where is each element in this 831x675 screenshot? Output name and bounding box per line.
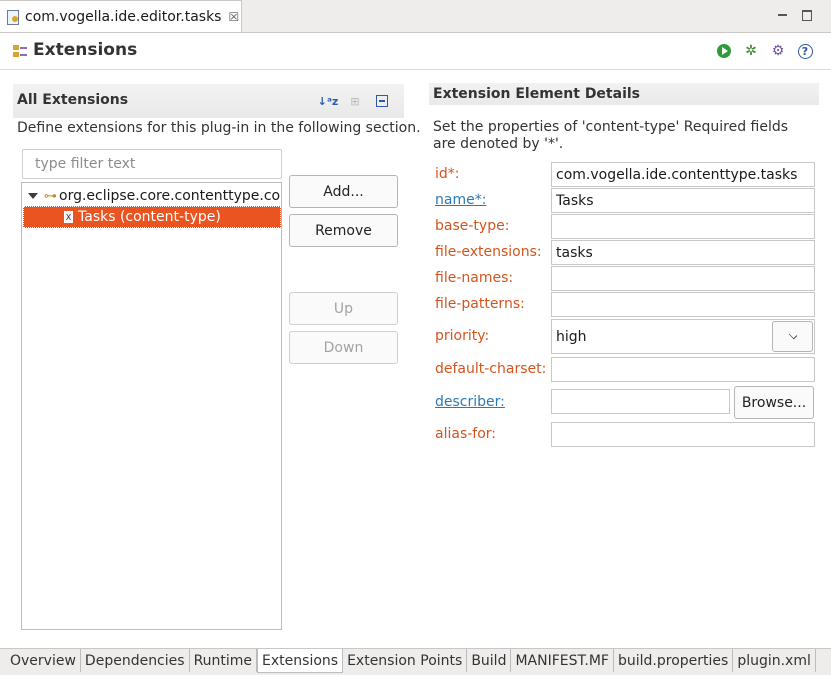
page-title: Extensions — [33, 40, 138, 60]
default-charset-label: default-charset: — [435, 361, 547, 377]
file-patterns-field[interactable] — [551, 292, 815, 317]
down-button[interactable]: Down — [289, 331, 398, 364]
minimize-icon — [777, 14, 787, 16]
help-icon: ? — [797, 43, 813, 59]
describer-label-link[interactable]: describer: — [435, 394, 505, 410]
extensions-tree[interactable]: ⊶ org.eclipse.core.contenttype.contentTy… — [21, 182, 282, 630]
debug-icon: ✲ — [745, 43, 757, 59]
tree-item-label: Tasks (content-type) — [78, 209, 221, 225]
id-label: id*: — [435, 166, 460, 182]
tab-dependencies[interactable]: Dependencies — [81, 649, 190, 672]
expand-all-button[interactable]: ⊞ — [346, 92, 364, 110]
tab-build-properties[interactable]: build.properties — [614, 649, 734, 672]
file-patterns-label: file-patterns: — [435, 296, 525, 312]
up-button[interactable]: Up — [289, 292, 398, 325]
extension-key-icon: ⊶ — [44, 188, 57, 204]
tab-runtime[interactable]: Runtime — [190, 649, 258, 672]
tab-extension-points[interactable]: Extension Points — [343, 649, 468, 672]
file-extensions-field[interactable] — [551, 240, 815, 265]
element-icon: X — [64, 211, 73, 223]
file-names-field[interactable] — [551, 266, 815, 291]
sort-button[interactable]: ↓ᵃz — [317, 92, 339, 110]
extension-wizard-button[interactable]: ⚙ — [769, 42, 787, 60]
page-tabs: Overview Dependencies Runtime Extensions… — [0, 648, 831, 675]
tab-manifest[interactable]: MANIFEST.MF — [511, 649, 614, 672]
file-extensions-label: file-extensions: — [435, 244, 542, 260]
details-description: Set the properties of 'content-type' Req… — [433, 119, 789, 152]
form-header: Extensions ✲ ⚙ ? — [0, 33, 831, 70]
tab-build[interactable]: Build — [467, 649, 512, 672]
alias-for-label: alias-for: — [435, 426, 497, 442]
default-charset-field[interactable] — [551, 357, 815, 382]
editor-tab-title: com.vogella.ide.editor.tasks — [25, 8, 222, 25]
expand-toggle-icon[interactable] — [28, 193, 38, 199]
name-field[interactable] — [551, 188, 815, 213]
tab-extensions[interactable]: Extensions — [257, 649, 344, 673]
collapse-all-button[interactable] — [373, 92, 391, 110]
help-button[interactable]: ? — [796, 42, 814, 60]
describer-field[interactable] — [551, 389, 730, 414]
close-icon[interactable]: ☒ — [228, 10, 239, 24]
sort-alpha-icon: ↓ᵃz — [317, 94, 339, 108]
priority-dropdown-button[interactable] — [772, 321, 813, 352]
browse-button[interactable]: Browse... — [734, 386, 814, 419]
collapse-all-icon — [376, 95, 388, 107]
tree-item-extension[interactable]: ⊶ org.eclipse.core.contenttype.contentTy… — [22, 185, 281, 207]
priority-value: high — [556, 328, 587, 345]
base-type-field[interactable] — [551, 214, 815, 239]
maximize-button[interactable] — [799, 7, 815, 23]
remove-button[interactable]: Remove — [289, 214, 398, 247]
tab-plugin-xml[interactable]: plugin.xml — [733, 649, 816, 672]
name-label-link[interactable]: name*: — [435, 192, 486, 208]
add-button[interactable]: Add... — [289, 175, 398, 208]
editor-tab[interactable]: com.vogella.ide.editor.tasks ☒ — [0, 0, 242, 32]
editor-tab-bar: com.vogella.ide.editor.tasks ☒ — [0, 0, 831, 33]
plugin-file-icon — [6, 9, 20, 25]
minimize-button[interactable] — [774, 7, 790, 23]
alias-for-field[interactable] — [551, 422, 815, 447]
priority-label: priority: — [435, 328, 490, 344]
details-title: Extension Element Details — [433, 86, 640, 102]
all-extensions-section-header: All Extensions ↓ᵃz ⊞ — [13, 84, 404, 118]
tree-item-label: org.eclipse.core.contenttype.contentType… — [59, 188, 281, 204]
priority-select[interactable]: high — [551, 319, 815, 354]
file-names-label: file-names: — [435, 270, 514, 286]
extension-wizard-icon: ⚙ — [771, 43, 785, 59]
section-title: All Extensions — [17, 92, 129, 108]
chevron-down-icon — [788, 330, 797, 339]
run-button[interactable] — [715, 42, 733, 60]
section-description: Define extensions for this plug-in in th… — [17, 120, 421, 136]
base-type-label: base-type: — [435, 218, 510, 234]
run-icon — [717, 44, 731, 58]
tab-overview[interactable]: Overview — [6, 649, 81, 672]
extensions-icon — [13, 45, 27, 57]
id-field[interactable] — [551, 162, 815, 187]
maximize-icon — [802, 9, 812, 21]
debug-button[interactable]: ✲ — [742, 42, 760, 60]
expand-all-icon: ⊞ — [350, 94, 360, 108]
filter-input[interactable] — [22, 149, 282, 179]
tree-item-content-type[interactable]: X Tasks (content-type) — [23, 206, 281, 228]
details-section-header: Extension Element Details — [429, 83, 819, 105]
